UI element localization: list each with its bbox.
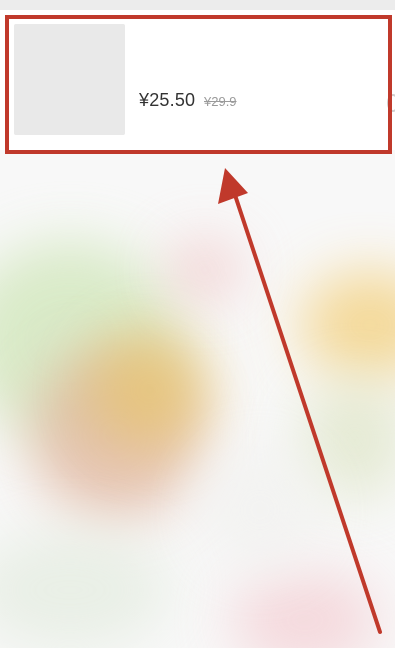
product-original-price: ¥29.9: [204, 94, 237, 109]
product-price: ¥25.50: [139, 90, 196, 110]
blurred-background-image: [0, 150, 395, 648]
page: ¥25.50 ¥29.9: [0, 0, 395, 648]
product-card[interactable]: ¥25.50 ¥29.9: [0, 10, 395, 150]
top-strip: [0, 0, 395, 10]
product-image[interactable]: [14, 24, 125, 135]
partial-icon-right-edge: [387, 94, 395, 112]
